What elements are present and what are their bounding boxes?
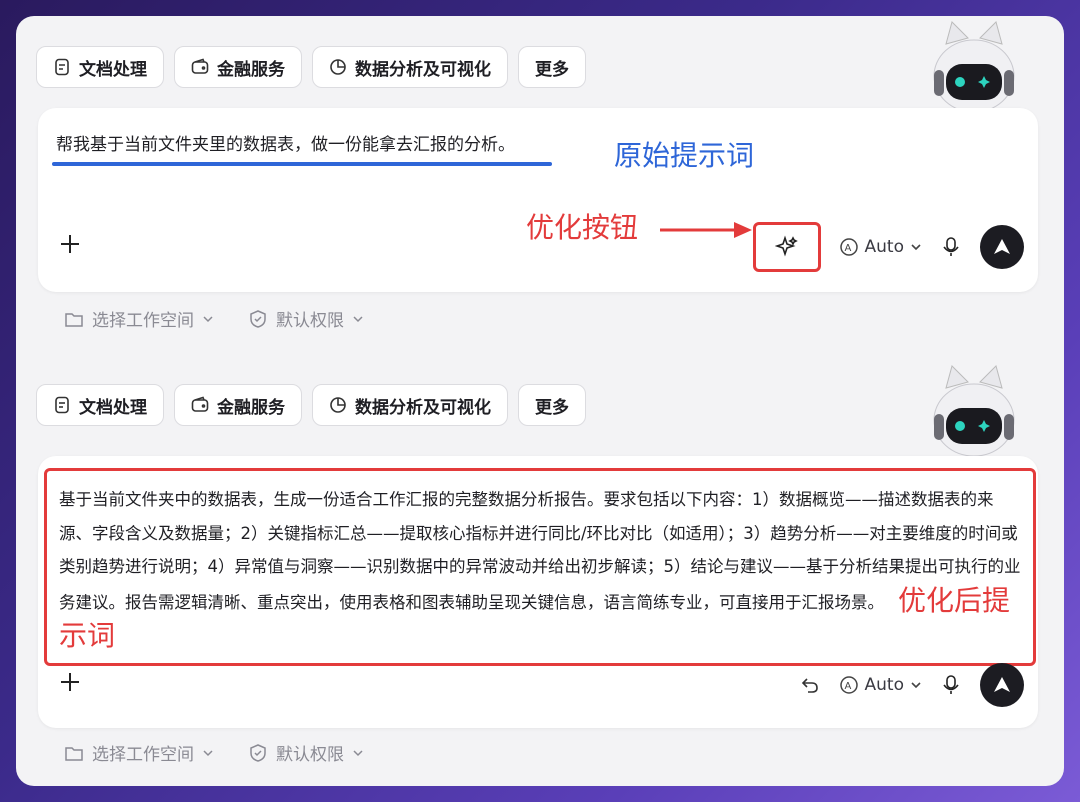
chip-data-analysis[interactable]: 数据分析及可视化 [312,384,508,426]
original-prompt-annotation: 原始提示词 [614,139,755,172]
permission-selector[interactable]: 默认权限 [248,740,364,765]
model-selector-label: Auto [864,675,904,695]
folder-icon [65,312,83,327]
prompt-underline [52,162,552,166]
chip-finance[interactable]: 金融服务 [174,46,302,88]
chevron-down-icon [911,682,921,689]
optimized-prompt-area[interactable]: 基于当前文件夹中的数据表，生成一份适合工作汇报的完整数据分析报告。要求包括以下内… [44,468,1036,666]
microphone-icon[interactable] [940,674,962,696]
document-icon [55,58,69,76]
quick-chips: 文档处理 金融服务 数据分析及可视化 更多 [36,46,586,88]
permission-selector[interactable]: 默认权限 [248,306,364,331]
prompt-text[interactable]: 帮我基于当前文件夹里的数据表，做一份能拿去汇报的分析。 [56,130,515,155]
microphone-icon[interactable] [940,236,962,258]
chip-label: 更多 [535,59,569,80]
send-button[interactable] [980,663,1024,707]
quick-chips: 文档处理 金融服务 数据分析及可视化 更多 [36,384,586,426]
chip-label: 数据分析及可视化 [355,397,491,418]
chevron-down-icon [353,749,363,756]
model-selector[interactable]: A Auto [839,237,922,257]
workspace-selector[interactable]: 选择工作空间 [64,740,214,765]
auto-icon: A [839,676,858,694]
optimize-button-annotation: 优化按钮 [526,211,639,244]
optimized-prompt-text: 基于当前文件夹中的数据表，生成一份适合工作汇报的完整数据分析报告。要求包括以下内… [59,490,1021,612]
workspace-label: 选择工作空间 [92,745,194,765]
chip-more[interactable]: 更多 [518,384,586,426]
original-prompt-section: 文档处理 金融服务 数据分析及可视化 更多 帮我基于当前文件夹里的数据表，做一份… [16,16,1064,356]
send-button[interactable] [980,225,1024,269]
svg-text:A: A [844,681,851,692]
robot-mascot-icon [933,365,1015,457]
chip-label: 金融服务 [217,59,285,80]
chevron-down-icon [203,749,213,756]
folder-icon [65,746,83,761]
add-icon[interactable] [58,670,82,694]
add-icon[interactable] [58,232,82,256]
arrow-icon [660,222,752,238]
wallet-icon [191,396,209,412]
chip-label: 金融服务 [217,397,285,418]
meta-row: 选择工作空间 默认权限 [64,740,364,765]
sparkle-icon [774,235,798,257]
model-selector-label: Auto [864,237,904,257]
workspace-label: 选择工作空间 [92,311,194,331]
prompt-input-box[interactable]: 基于当前文件夹中的数据表，生成一份适合工作汇报的完整数据分析报告。要求包括以下内… [38,456,1038,728]
chevron-down-icon [203,315,213,322]
permission-label: 默认权限 [276,745,344,765]
chevron-down-icon [911,244,921,251]
shield-check-icon [250,309,266,328]
right-tools: A Auto [799,662,1024,708]
pie-chart-icon [330,59,346,75]
optimized-prompt-section: 文档处理 金融服务 数据分析及可视化 更多 基于当前文件夹中的数据表，生成一份适… [16,356,1064,786]
chip-label: 文档处理 [79,397,147,418]
chip-document[interactable]: 文档处理 [36,384,164,426]
send-icon [994,239,1010,254]
optimized-prompt[interactable]: 基于当前文件夹中的数据表，生成一份适合工作汇报的完整数据分析报告。要求包括以下内… [59,483,1021,655]
send-icon [994,677,1010,692]
robot-mascot-icon [933,21,1015,113]
pie-chart-icon [330,397,346,413]
document-icon [55,396,69,414]
prompt-input-box[interactable]: 帮我基于当前文件夹里的数据表，做一份能拿去汇报的分析。 原始提示词 优化按钮 A… [38,108,1038,292]
shield-check-icon [250,743,266,762]
chip-data-analysis[interactable]: 数据分析及可视化 [312,46,508,88]
input-toolbar: 优化按钮 A Auto [38,211,1038,274]
meta-row: 选择工作空间 默认权限 [64,306,364,331]
svg-text:A: A [844,243,851,254]
model-selector[interactable]: A Auto [839,675,922,695]
input-toolbar: A Auto [38,662,1038,712]
chip-more[interactable]: 更多 [518,46,586,88]
workspace-selector[interactable]: 选择工作空间 [64,306,214,331]
app-window: 文档处理 金融服务 数据分析及可视化 更多 帮我基于当前文件夹里的数据表，做一份… [16,16,1064,786]
chip-label: 更多 [535,397,569,418]
chip-label: 数据分析及可视化 [355,59,491,80]
chip-document[interactable]: 文档处理 [36,46,164,88]
right-tools: A Auto [752,222,1024,272]
chevron-down-icon [353,315,363,322]
chip-finance[interactable]: 金融服务 [174,384,302,426]
auto-icon: A [839,238,858,256]
optimize-button[interactable] [752,222,821,272]
undo-icon[interactable] [799,674,821,696]
permission-label: 默认权限 [276,311,344,331]
wallet-icon [191,58,209,74]
chip-label: 文档处理 [79,59,147,80]
